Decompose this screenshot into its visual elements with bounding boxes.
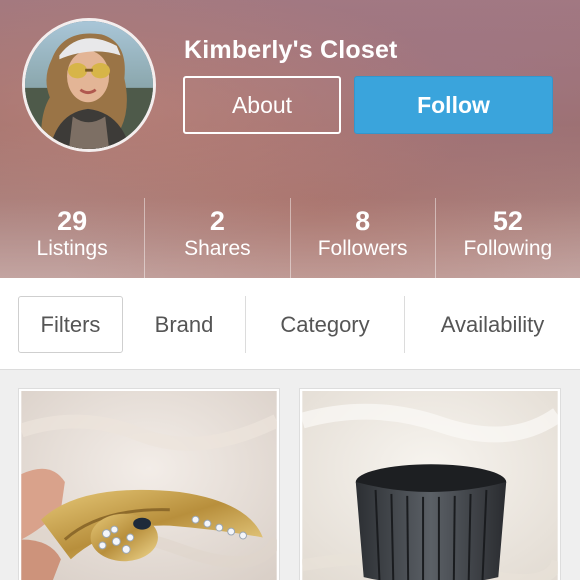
stat-value: 52 (492, 206, 523, 236)
availability-filter[interactable]: Availability (405, 296, 580, 353)
filter-bar: Filters Brand Category Availability (0, 278, 580, 370)
dark-metal-cuff-bracelet-photo (302, 391, 558, 580)
filters-button[interactable]: Filters (18, 296, 123, 353)
avatar-photo (25, 21, 153, 149)
listing-card[interactable] (18, 388, 280, 580)
avatar[interactable] (22, 18, 156, 152)
stats-bar: 29 Listings 2 Shares 8 Followers 52 Foll… (0, 198, 580, 278)
about-button[interactable]: About (183, 76, 341, 134)
brand-filter[interactable]: Brand (132, 296, 236, 353)
closet-name: Kimberly's Closet (184, 36, 398, 64)
listing-card[interactable] (299, 388, 561, 580)
stat-label: Listings (36, 237, 108, 260)
profile-header: Kimberly's Closet About Follow 29 Listin… (0, 0, 580, 278)
stat-value: 2 (209, 206, 225, 236)
listings-grid (0, 370, 580, 580)
stat-listings[interactable]: 29 Listings (0, 198, 146, 278)
stat-value: 8 (355, 206, 371, 236)
stat-label: Following (463, 237, 553, 260)
follow-button[interactable]: Follow (354, 76, 553, 134)
stat-followers[interactable]: 8 Followers (291, 198, 436, 278)
stat-shares[interactable]: 2 Shares (145, 198, 291, 278)
gold-snake-bracelet-photo (21, 391, 277, 580)
stat-label: Followers (317, 237, 408, 260)
category-filter[interactable]: Category (246, 296, 404, 353)
stat-label: Shares (184, 237, 251, 260)
stat-value: 29 (57, 206, 88, 236)
stat-following[interactable]: 52 Following (436, 198, 580, 278)
